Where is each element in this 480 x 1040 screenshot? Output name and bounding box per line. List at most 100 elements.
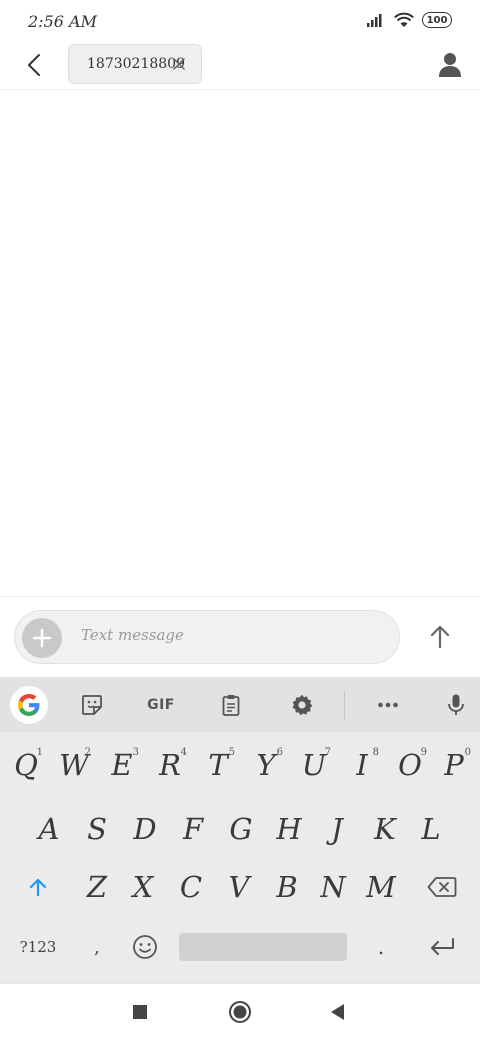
- key-label: .: [377, 935, 385, 959]
- compose-bar: Text message: [0, 596, 480, 676]
- key-hint: 6: [276, 747, 283, 758]
- key-c[interactable]: C: [168, 863, 214, 911]
- key-l[interactable]: L: [408, 805, 454, 853]
- microphone-icon[interactable]: [440, 689, 472, 721]
- key-label: U: [301, 748, 327, 782]
- key-label: ,: [94, 936, 100, 958]
- recipient-chip[interactable]: 18730218809: [68, 44, 202, 84]
- key-h[interactable]: H: [266, 805, 312, 853]
- key-a[interactable]: A: [26, 805, 72, 853]
- home-circle-icon[interactable]: [228, 1000, 252, 1024]
- clipboard-icon[interactable]: [215, 689, 247, 721]
- system-navigation-bar: [0, 983, 480, 1040]
- period-key[interactable]: .: [358, 923, 404, 971]
- key-label: A: [38, 812, 60, 846]
- key-hint: 4: [180, 747, 187, 758]
- back-triangle-icon[interactable]: [326, 1000, 350, 1024]
- key-label: Y: [256, 748, 276, 782]
- key-r[interactable]: R4: [147, 741, 193, 789]
- more-options-icon[interactable]: [372, 689, 404, 721]
- key-e[interactable]: E3: [99, 741, 145, 789]
- status-bar: 2:56 AM 100: [0, 0, 480, 42]
- key-label: G: [229, 812, 253, 846]
- google-icon[interactable]: [10, 686, 48, 724]
- key-hint: 0: [464, 747, 471, 758]
- plus-icon: [32, 628, 52, 648]
- key-g[interactable]: G: [218, 805, 264, 853]
- key-y[interactable]: Y6: [243, 741, 289, 789]
- key-u[interactable]: U7: [291, 741, 337, 789]
- key-label: R: [159, 748, 181, 782]
- gif-button[interactable]: GIF: [144, 689, 178, 721]
- key-d[interactable]: D: [122, 805, 168, 853]
- key-t[interactable]: T5: [195, 741, 241, 789]
- key-x[interactable]: X: [120, 863, 166, 911]
- emoji-key[interactable]: [122, 923, 168, 971]
- message-thread: [0, 91, 480, 596]
- back-arrow-icon[interactable]: [20, 50, 50, 80]
- key-label: T: [208, 748, 228, 782]
- status-icons: 100: [366, 12, 452, 28]
- key-label: N: [320, 870, 346, 904]
- key-label: B: [276, 870, 298, 904]
- key-label: X: [132, 870, 154, 904]
- add-attachment-button[interactable]: [22, 618, 62, 658]
- key-label: Z: [86, 870, 108, 904]
- signal-icon: [367, 14, 382, 27]
- recents-square-icon[interactable]: [128, 1000, 152, 1024]
- comma-key[interactable]: ,: [74, 923, 120, 971]
- key-label: L: [421, 812, 441, 846]
- person-icon[interactable]: [436, 50, 464, 78]
- key-label: P: [444, 748, 464, 782]
- key-hint: 3: [132, 747, 139, 758]
- battery-indicator: 100: [422, 12, 452, 28]
- key-j[interactable]: J: [314, 805, 360, 853]
- key-f[interactable]: F: [170, 805, 216, 853]
- settings-gear-icon[interactable]: [286, 689, 318, 721]
- key-label: Q: [14, 748, 38, 782]
- key-label: M: [366, 870, 396, 904]
- key-label: E: [111, 748, 133, 782]
- key-hint: 5: [228, 747, 235, 758]
- key-hint: 9: [420, 747, 427, 758]
- key-label: J: [331, 812, 343, 846]
- key-s[interactable]: S: [74, 805, 120, 853]
- symbols-key[interactable]: ?123: [8, 923, 68, 971]
- key-w[interactable]: W2: [51, 741, 97, 789]
- key-label: F: [182, 812, 204, 846]
- key-label: H: [276, 812, 302, 846]
- key-p[interactable]: P0: [431, 741, 477, 789]
- key-z[interactable]: Z: [74, 863, 120, 911]
- shift-key[interactable]: [8, 863, 68, 911]
- key-label: ?123: [19, 938, 57, 956]
- key-hint: 2: [84, 747, 91, 758]
- key-q[interactable]: Q1: [3, 741, 49, 789]
- toolbar-divider: [344, 691, 345, 719]
- key-b[interactable]: B: [264, 863, 310, 911]
- key-o[interactable]: O9: [387, 741, 433, 789]
- key-n[interactable]: N: [310, 863, 356, 911]
- key-hint: 1: [36, 747, 43, 758]
- backspace-icon: [427, 877, 457, 897]
- key-hint: 8: [372, 747, 379, 758]
- smiley-icon: [133, 935, 157, 959]
- message-input[interactable]: Text message: [81, 626, 184, 644]
- google-logo-icon: [18, 694, 40, 716]
- enter-key[interactable]: [414, 923, 470, 971]
- compose-field[interactable]: Text message: [14, 610, 400, 664]
- spacebar[interactable]: [179, 933, 347, 961]
- key-v[interactable]: V: [216, 863, 262, 911]
- close-icon[interactable]: [171, 56, 187, 72]
- key-label: I: [356, 748, 368, 782]
- key-m[interactable]: M: [358, 863, 404, 911]
- wifi-icon: [394, 12, 414, 27]
- send-arrow-icon[interactable]: [422, 619, 458, 655]
- keyboard-toolbar: GIF: [0, 677, 480, 732]
- backspace-key[interactable]: [414, 863, 470, 911]
- key-label: S: [87, 812, 107, 846]
- gif-label: GIF: [147, 697, 175, 713]
- key-k[interactable]: K: [362, 805, 408, 853]
- sticker-icon[interactable]: [76, 689, 108, 721]
- enter-arrow-icon: [431, 938, 454, 955]
- key-i[interactable]: I8: [339, 741, 385, 789]
